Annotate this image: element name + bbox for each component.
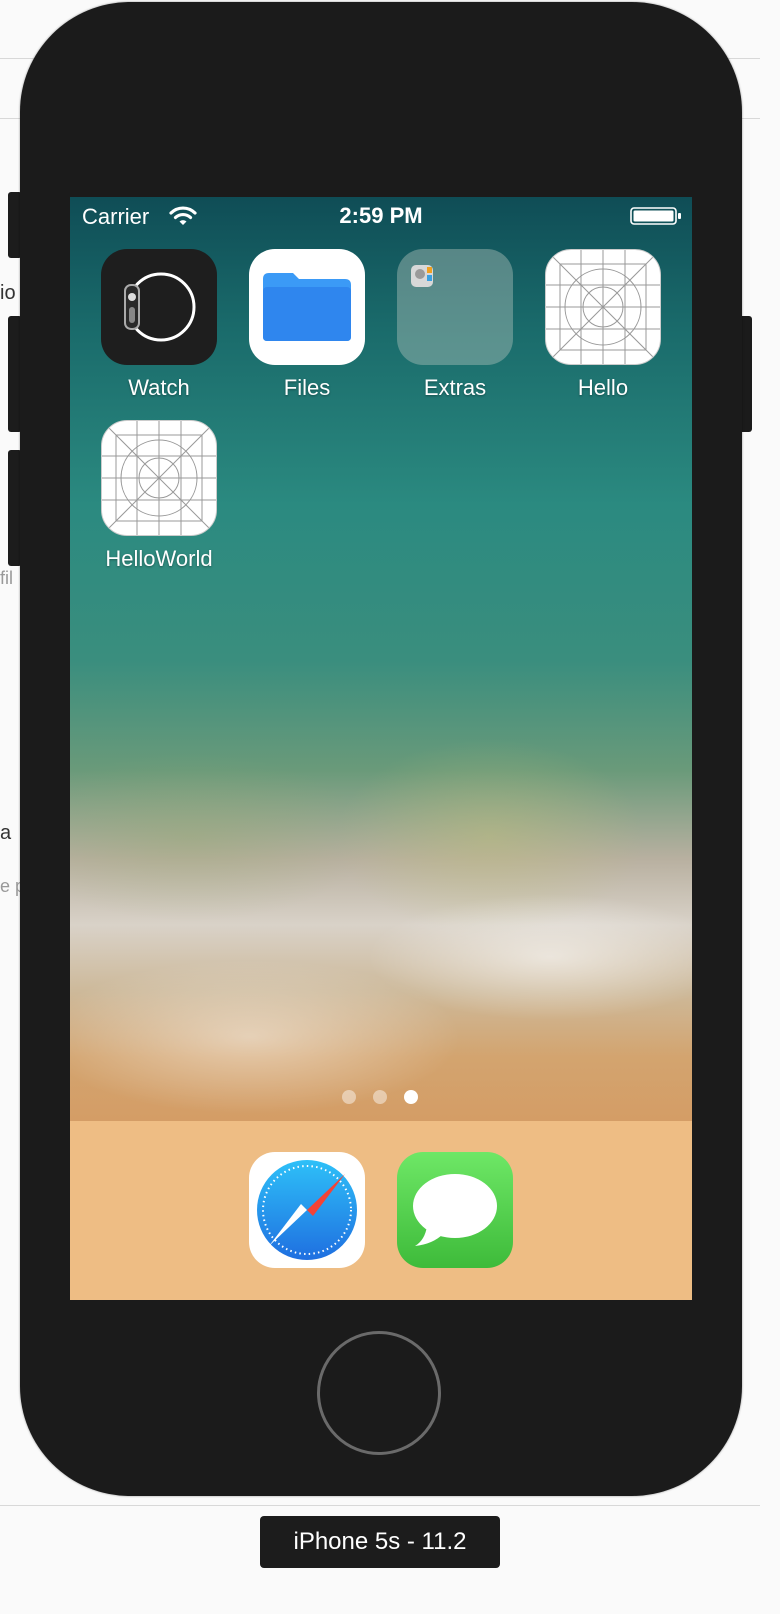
watch-icon [101,249,217,365]
safari-compass-icon[interactable] [249,1152,365,1268]
app-label: Watch [128,375,190,400]
simulator-device-label: iPhone 5s - 11.2 [260,1516,500,1568]
home-button[interactable] [317,1331,441,1455]
placeholder-app-icon [545,249,661,365]
folder-extras[interactable]: Extras [380,249,530,401]
app-label: Files [283,375,331,400]
background-text: io [0,282,16,304]
dock [70,1121,692,1300]
status-bar: Carrier 2:59 PM [70,197,692,237]
app-helloworld[interactable]: HelloWorld [84,420,234,572]
app-label: Hello [577,375,629,400]
app-label: Extras [423,375,487,400]
messages-bubble-icon[interactable] [397,1152,513,1268]
background-text: a [0,822,12,844]
home-screen: Carrier 2:59 PM Watch Files Extras Hello… [70,197,692,1300]
app-watch[interactable]: Watch [84,249,234,401]
page-dot [342,1090,356,1104]
placeholder-app-icon [101,420,217,536]
page-indicator[interactable] [340,1090,422,1106]
battery-icon [630,207,681,225]
background-text: fil [0,568,13,588]
app-files[interactable]: Files [232,249,382,401]
page-dot-current [404,1090,418,1104]
status-time: 2:59 PM [339,203,423,228]
page-dot [373,1090,387,1104]
app-hello[interactable]: Hello [528,249,678,401]
extras-folder-icon [397,249,513,365]
app-label: HelloWorld [105,546,213,571]
divider [0,1505,760,1506]
files-folder-icon [249,249,365,365]
